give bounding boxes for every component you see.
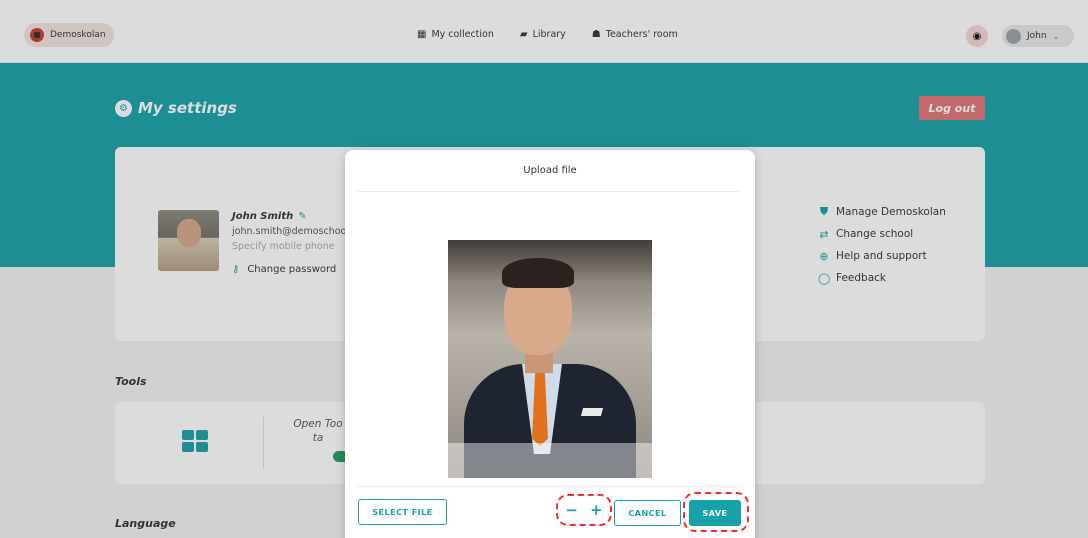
photo-crop-area[interactable] [448, 240, 652, 478]
dialog-title: Upload file [523, 165, 577, 176]
save-highlight [683, 492, 749, 532]
cancel-button[interactable]: CANCEL [614, 500, 681, 526]
zoom-highlight [556, 494, 612, 526]
divider [357, 486, 742, 487]
crop-mask [448, 443, 652, 478]
select-file-button[interactable]: SELECT FILE [358, 499, 447, 525]
upload-file-dialog: Upload file SELECT FILE − + CANCEL SAVE [345, 150, 755, 538]
divider [357, 191, 742, 192]
